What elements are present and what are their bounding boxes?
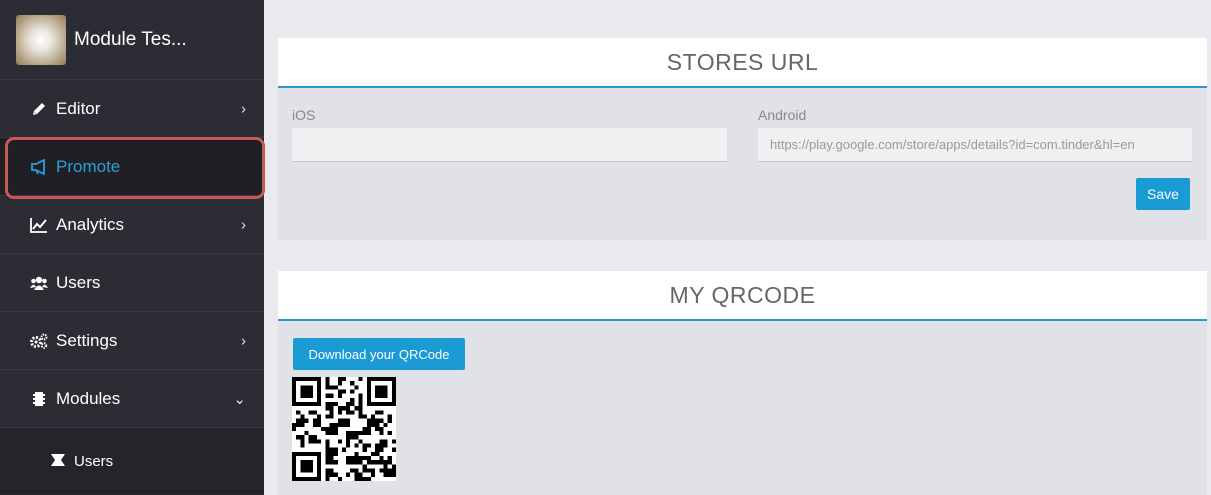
android-url-input[interactable]: [758, 128, 1192, 162]
stores-url-panel: STORES URL iOS Android Save: [278, 38, 1207, 240]
chevron-right-icon: ›: [241, 100, 246, 117]
chevron-down-icon: ⌄: [233, 390, 246, 408]
puzzle-icon: [50, 453, 66, 469]
sidebar-item-label: Modules: [56, 388, 121, 408]
sidebar-item-users[interactable]: Users: [0, 254, 264, 312]
android-label: Android: [758, 107, 807, 123]
app-header[interactable]: Module Tes...: [0, 0, 264, 80]
sidebar-item-modules[interactable]: Modules ⌄: [0, 370, 264, 428]
module-icon: [30, 390, 48, 408]
qrcode-panel: MY QRCODE Download your QRCode: [278, 271, 1207, 495]
sidebar-item-label: Editor: [56, 98, 101, 118]
sidebar-item-label: Analytics: [56, 214, 125, 234]
sidebar-item-promote[interactable]: Promote: [0, 138, 264, 196]
sidebar-item-analytics[interactable]: Analytics ›: [0, 196, 264, 254]
sidebar-item-label: Users: [56, 272, 101, 292]
ios-url-input[interactable]: [292, 128, 727, 162]
chart-icon: [30, 216, 48, 234]
chevron-right-icon: ›: [241, 332, 246, 349]
sidebar-subitem-label: Users: [74, 452, 114, 470]
app-name: Module Tes...: [74, 28, 187, 50]
download-qrcode-button[interactable]: Download your QRCode: [293, 338, 465, 370]
save-button[interactable]: Save: [1136, 178, 1190, 210]
pencil-icon: [30, 100, 48, 118]
sidebar-item-label: Settings: [56, 330, 118, 350]
qrcode-title: MY QRCODE: [278, 271, 1207, 321]
sidebar-item-editor[interactable]: Editor ›: [0, 80, 264, 138]
sidebar-item-settings[interactable]: Settings ›: [0, 312, 264, 370]
gears-icon: [30, 332, 48, 350]
app-avatar: [16, 14, 66, 65]
ios-label: iOS: [292, 107, 316, 123]
sidebar-subitem-users[interactable]: Users: [0, 428, 264, 494]
sidebar-item-label: Promote: [56, 156, 121, 176]
stores-url-title: STORES URL: [278, 38, 1207, 88]
megaphone-icon: [30, 158, 48, 176]
users-icon: [30, 274, 48, 292]
qr-code-image: [292, 377, 396, 481]
sidebar: Module Tes... Editor › Promote Analytics…: [0, 0, 265, 495]
chevron-right-icon: ›: [241, 216, 246, 233]
